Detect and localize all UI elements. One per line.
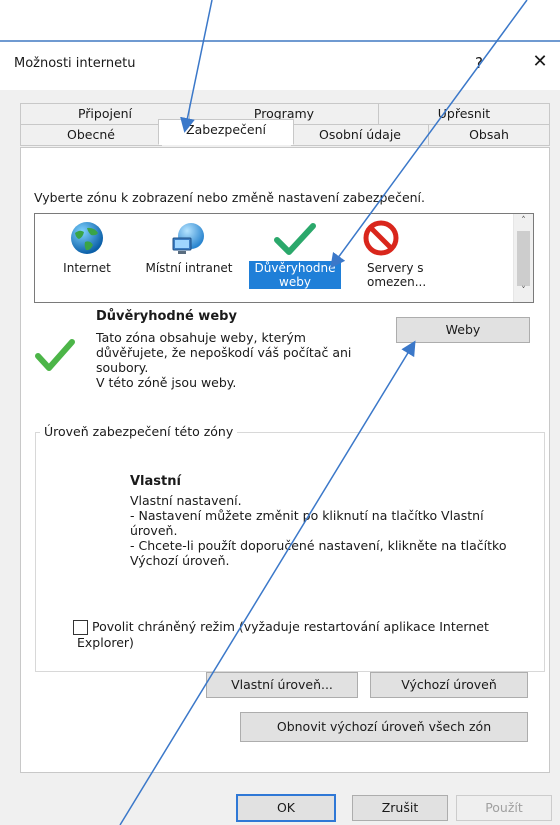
zone-label-line1: Důvěryhodné [249,261,341,275]
security-level-line: Vlastní nastavení. [130,493,242,508]
tab-obsah[interactable]: Obsah [428,124,550,146]
protected-mode-label: Povolit chráněný režim (vyžaduje restart… [92,619,489,634]
zone-desc-line: důvěřujete, že nepoškodí váš počítač ani [96,345,352,360]
security-level-line: úroveň. [130,523,178,538]
zone-local-intranet[interactable]: Místní intranet [139,214,239,275]
default-level-button[interactable]: Výchozí úroveň [370,672,528,698]
ok-button[interactable]: OK [236,794,336,822]
zone-desc-line: soubory. [96,360,149,375]
help-button[interactable]: ? [468,52,490,74]
zone-list-scrollbar[interactable]: ˄ ˅ [513,214,533,302]
sites-button[interactable]: Weby [396,317,530,343]
zone-label: Místní intranet [145,261,233,275]
zone-instruction: Vyberte zónu k zobrazení nebo změně nast… [34,190,426,205]
zone-label-line1: Servery s [367,261,424,275]
close-button[interactable]: ✕ [528,50,552,74]
scroll-thumb[interactable] [517,231,530,286]
protected-mode-label-line2: Explorer) [77,635,134,650]
no-entry-icon [363,220,399,256]
zone-trusted-sites[interactable]: Důvěryhodné weby [249,214,341,289]
scroll-down-arrow-icon[interactable]: ˅ [517,286,530,299]
trusted-checkmark-icon [35,339,75,371]
zone-label-line2: weby [249,275,341,289]
zone-title: Důvěryhodné weby [96,309,237,324]
tab-zabezpeceni[interactable]: Zabezpečení [158,119,294,145]
window-top-border [0,40,560,42]
zone-list[interactable]: Internet Místní intranet Důvěryhodné web… [34,213,534,303]
globe-icon [71,222,103,254]
security-level-line: - Nastavení můžete změnit po kliknutí na… [130,508,484,523]
zone-restricted-sites[interactable]: Servery s omezen... [353,214,439,289]
tab-upresnit[interactable]: Upřesnit [378,103,550,125]
tab-osobni-udaje[interactable]: Osobní údaje [291,124,429,146]
security-level-title: Vlastní [130,474,181,489]
zone-desc-line: Tato zóna obsahuje weby, kterým [96,330,306,345]
intranet-icon [172,223,204,254]
reset-all-zones-button[interactable]: Obnovit výchozí úroveň všech zón [240,712,528,742]
protected-mode-checkbox[interactable] [73,620,88,635]
window-title: Možnosti internetu [14,56,136,71]
zone-desc-line: V této zóně jsou weby. [96,375,237,390]
scroll-up-arrow-icon[interactable]: ˄ [517,216,530,229]
custom-level-button[interactable]: Vlastní úroveň... [206,672,358,698]
cancel-button[interactable]: Zrušit [352,795,448,821]
apply-button[interactable]: Použít [456,795,552,821]
security-level-legend: Úroveň zabezpečení této zóny [40,424,238,439]
security-level-line: - Chcete-li použít doporučené nastavení,… [130,538,507,553]
zone-label-line2: omezen... [367,275,427,289]
zone-label: Internet [63,261,111,275]
tab-obecne[interactable]: Obecné [20,124,162,146]
security-level-line: Výchozí úroveň. [130,553,230,568]
zone-internet[interactable]: Internet [47,214,127,275]
checkmark-icon [274,223,316,255]
